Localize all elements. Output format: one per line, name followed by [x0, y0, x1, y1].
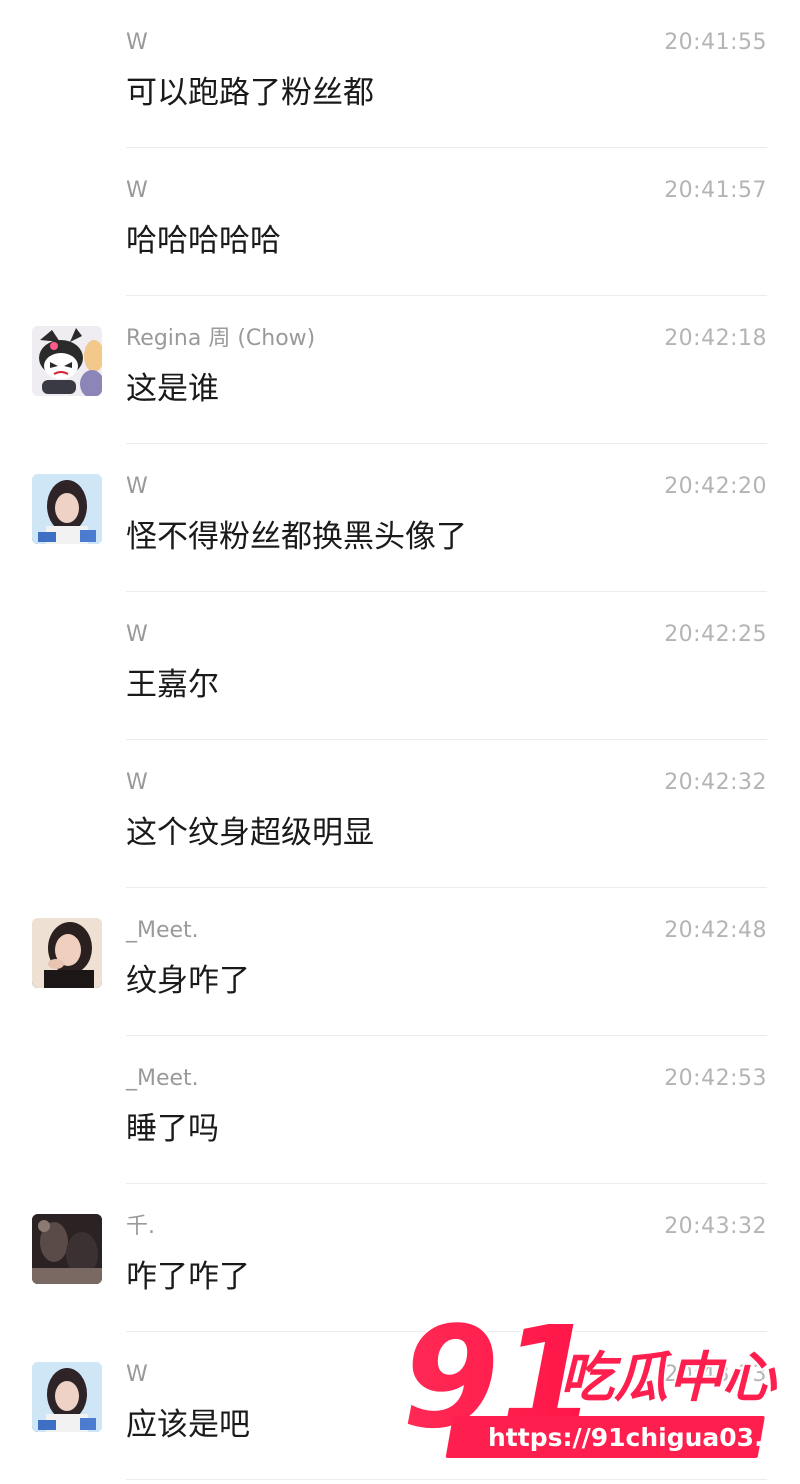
message-time: 20:41:55 [664, 30, 767, 55]
sender-name: _Meet. [126, 1066, 199, 1091]
message-text: 咋了咋了 [126, 1259, 250, 1295]
woman-portrait-avatar[interactable] [32, 918, 102, 988]
chat-message[interactable]: W 20:42:25 王嘉尔 [0, 592, 800, 740]
message-text: 睡了吗 [126, 1111, 219, 1147]
sender-name: W [126, 178, 148, 203]
message-text: 可以跑路了粉丝都 [126, 75, 374, 111]
chat-message[interactable]: _Meet. 20:42:53 睡了吗 [0, 1036, 800, 1184]
sender-name: W [126, 770, 148, 795]
message-text: 哈哈哈哈哈 [126, 223, 281, 259]
sender-name: W [126, 474, 148, 499]
message-time: 20:42:32 [664, 770, 767, 795]
message-text: 这是谁 [126, 371, 219, 407]
message-time: 20:42:53 [664, 1066, 767, 1091]
chat-message[interactable]: W 20:42:32 这个纹身超级明显 [0, 740, 800, 888]
message-text: 王嘉尔 [126, 667, 219, 703]
message-time: 20:41:57 [664, 178, 767, 203]
site-watermark-logo: 91 吃瓜中心 https://91chigua03.com [400, 1295, 800, 1468]
chat-message[interactable]: W 20:42:20 怪不得粉丝都换黑头像了 [0, 444, 800, 592]
sender-name: _Meet. [126, 918, 199, 943]
divider [126, 1479, 767, 1480]
message-text: 应该是吧 [126, 1407, 250, 1443]
watermark-title: 吃瓜中心 [560, 1346, 778, 1409]
kuromi-avatar[interactable] [32, 326, 102, 396]
chat-message[interactable]: _Meet. 20:42:48 纹身咋了 [0, 888, 800, 1036]
girl-portrait-avatar[interactable] [32, 1362, 102, 1432]
message-text: 怪不得粉丝都换黑头像了 [126, 519, 467, 555]
girl-portrait-avatar[interactable] [32, 474, 102, 544]
message-time: 20:43:32 [664, 1214, 767, 1239]
sender-name: W [126, 1362, 148, 1387]
chat-message-list: W 20:41:55 可以跑路了粉丝都 W 20:41:57 哈哈哈哈哈 Reg… [0, 0, 800, 1480]
chat-message[interactable]: W 20:41:55 可以跑路了粉丝都 [0, 0, 800, 148]
chat-message[interactable]: W 20:41:57 哈哈哈哈哈 [0, 148, 800, 296]
sender-name: 千. [126, 1214, 155, 1239]
message-text: 这个纹身超级明显 [126, 815, 374, 851]
message-time: 20:42:20 [664, 474, 767, 499]
message-text: 纹身咋了 [126, 963, 250, 999]
sender-name: W [126, 30, 148, 55]
chat-message[interactable]: Regina 周 (Chow) 20:42:18 这是谁 [0, 296, 800, 444]
message-time: 20:42:18 [664, 326, 767, 351]
watermark-url: https://91chigua03.com [488, 1423, 792, 1452]
sender-name: W [126, 622, 148, 647]
dark-photo-avatar[interactable] [32, 1214, 102, 1284]
message-time: 20:42:48 [664, 918, 767, 943]
message-time: 20:42:25 [664, 622, 767, 647]
sender-name: Regina 周 (Chow) [126, 326, 316, 351]
